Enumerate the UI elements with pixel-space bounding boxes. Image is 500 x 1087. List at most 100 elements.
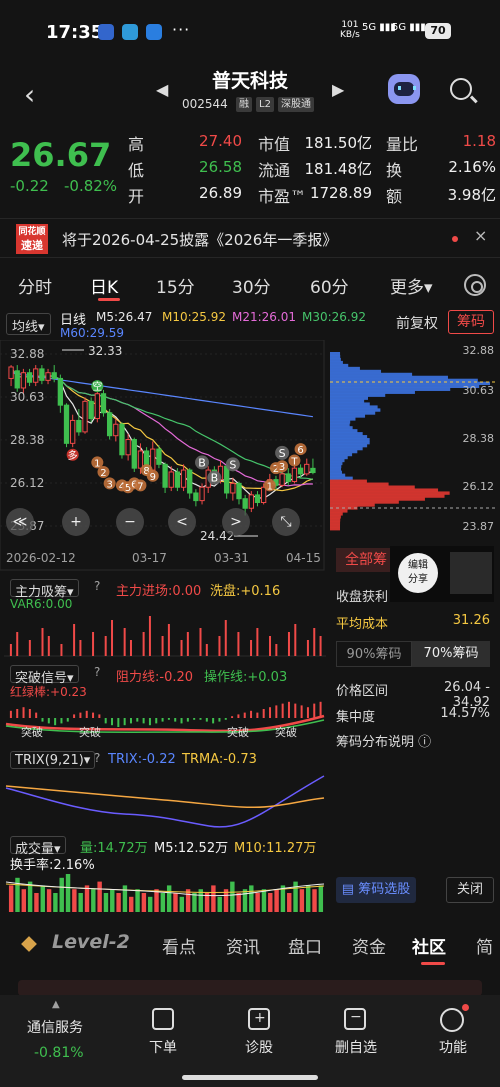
chip-bar [330, 423, 350, 427]
news-banner[interactable]: 同花顺 速递 将于2026-04-25披露《2026年一季报》 × [0, 218, 500, 258]
tpxh-bar [47, 718, 50, 724]
gear-icon[interactable] [464, 274, 486, 296]
tpxh-bar [136, 718, 139, 722]
svg-text:B: B [198, 456, 206, 469]
volume-bar [141, 893, 147, 912]
tab-60min[interactable]: 60分 [310, 273, 349, 298]
candle [100, 389, 107, 417]
expand-up-icon[interactable]: ▲ [52, 999, 60, 1010]
chip-bar [330, 357, 341, 362]
signal-icon: 5G ▮▮▮ [392, 22, 426, 33]
chip-desc-link[interactable]: 筹码分布说明 ⓘ [336, 731, 431, 750]
nav-remove-watchlist[interactable]: 删自选 [330, 1037, 382, 1057]
chip-bar [330, 482, 389, 486]
nav-functions[interactable]: 功能 [430, 1037, 476, 1057]
close-chip-button[interactable]: 关闭 [446, 877, 494, 903]
chart-control-button[interactable]: ≪ [6, 508, 34, 536]
seg-70[interactable]: 70%筹码 [412, 641, 490, 667]
tab-news[interactable]: 资讯 [226, 933, 260, 958]
chip-bar [330, 485, 415, 489]
tab-brief[interactable]: 简 [476, 933, 493, 958]
next-stock-icon[interactable]: ▶ [332, 80, 344, 99]
panel-select-zlxs[interactable]: 主力吸筹▾ [10, 579, 79, 600]
chip-bar [330, 366, 360, 371]
signal-marker: 空 [91, 380, 104, 393]
label-turnover: 换 [386, 161, 403, 180]
chip-button[interactable]: 筹码 [448, 310, 494, 334]
nav-order[interactable]: 下单 [140, 1037, 186, 1057]
back-icon[interactable]: ‹ [24, 78, 35, 111]
tab-highlights[interactable]: 看点 [162, 933, 196, 958]
signal-marker: S [275, 445, 290, 460]
tpxh-bar [104, 718, 107, 724]
nav-diagnose[interactable]: 诊股 [236, 1037, 282, 1057]
tpxh-bar [224, 718, 227, 720]
tpxh-value-2: 操作线:+0.03 [204, 670, 288, 685]
help-icon[interactable]: ? [94, 751, 100, 765]
chart-control-button[interactable]: + [62, 508, 90, 536]
svg-text:2: 2 [100, 468, 106, 479]
tab-level2[interactable]: Level-2 [52, 931, 130, 953]
sector-name[interactable]: 通信服务 [27, 1017, 83, 1037]
notification-icon [146, 24, 162, 40]
tab-all-chips[interactable]: 全部筹 [336, 548, 396, 572]
panel-select-tpxh[interactable]: 突破信号▾ [10, 665, 79, 686]
ma5-label: M5:26.47 [96, 310, 153, 324]
tab-active-indicator [98, 298, 120, 301]
chart-control-button[interactable]: − [116, 508, 144, 536]
zlxs-bar [269, 636, 272, 656]
ma30-label: M30:26.92 [302, 310, 367, 324]
chart-control-button[interactable]: > [222, 508, 250, 536]
chip-select-button[interactable]: ▤ 筹码选股 [336, 877, 416, 903]
tab-30min[interactable]: 30分 [232, 273, 271, 298]
tab-15min[interactable]: 15分 [156, 273, 195, 298]
help-icon[interactable]: ? [94, 665, 100, 679]
search-icon[interactable] [450, 78, 472, 100]
chart-control-button[interactable]: < [168, 508, 196, 536]
svg-text:1: 1 [267, 481, 273, 492]
x-tick-label: 04-15 [286, 551, 321, 565]
indicator-select[interactable]: 均线▾ [6, 313, 51, 335]
volume-bar [78, 893, 83, 912]
panel-select-volume[interactable]: 成交量▾ [10, 836, 66, 857]
tpxh-bar [54, 718, 57, 726]
trma-value: TRMA:-0.73 [182, 752, 257, 767]
volume-bar [242, 889, 248, 912]
notification-icon [98, 24, 114, 40]
close-icon[interactable]: × [474, 226, 487, 245]
chip-y-tick: 28.38 [463, 432, 495, 445]
tpxh-bar [269, 707, 272, 718]
zlxs-bar [73, 624, 76, 656]
tpxh-bar [161, 718, 164, 722]
volume-bar [299, 889, 305, 912]
tab-orderbook[interactable]: 盘口 [288, 933, 322, 958]
tab-funds[interactable]: 资金 [352, 933, 386, 958]
chart-control-button[interactable]: ⤡ [272, 508, 300, 536]
prev-stock-icon[interactable]: ◀ [156, 80, 168, 99]
tab-more[interactable]: 更多▾ [390, 273, 433, 298]
svg-text:空: 空 [92, 380, 102, 393]
panel-select-trix[interactable]: TRIX(9,21)▾ [10, 751, 96, 769]
zlxs-bar [28, 640, 31, 656]
stock-name: 普天科技 [211, 70, 288, 92]
help-icon[interactable]: ? [94, 579, 100, 593]
tag-l2: L2 [256, 97, 274, 112]
chip-bar [330, 375, 448, 380]
volume-bar [27, 881, 33, 912]
label-vol-ratio: 量比 [386, 135, 419, 154]
tpxh-bar [256, 712, 259, 718]
tab-intraday[interactable]: 分时 [18, 273, 52, 298]
seg-90[interactable]: 90%筹码 [336, 641, 412, 667]
tab-community[interactable]: 社区 [412, 933, 446, 958]
adjust-button[interactable]: 前复权 [396, 313, 438, 333]
ai-assistant-icon[interactable] [388, 74, 420, 104]
tpxh-bar [287, 701, 290, 718]
tab-daily-k[interactable]: 日K [90, 273, 118, 298]
volume-bar [103, 893, 109, 912]
zlxs-bar [41, 628, 44, 656]
y-tick-label: 32.88 [10, 347, 44, 361]
tpxh-bar [142, 718, 145, 724]
volume-bar [261, 889, 267, 912]
zlxs-bar [129, 640, 132, 656]
share-button[interactable]: 编辑 分享 [398, 553, 438, 593]
